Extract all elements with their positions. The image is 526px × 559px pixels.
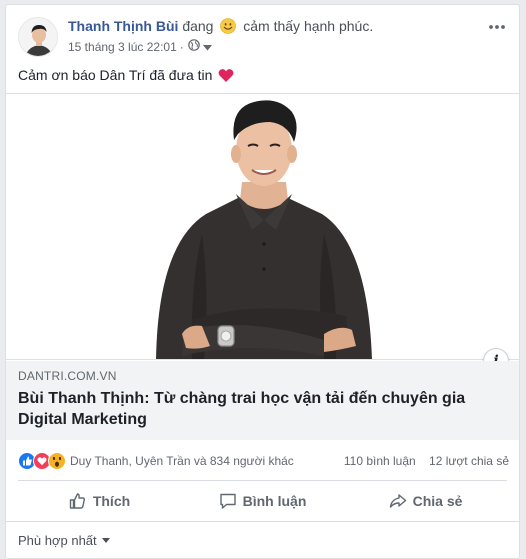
author-name[interactable]: Thanh Thịnh Bùi (68, 18, 178, 34)
comment-bubble-icon (219, 493, 236, 509)
like-button[interactable]: Thích (18, 481, 181, 521)
reaction-icons[interactable] (18, 452, 70, 470)
post-header: Thanh Thịnh Bùi đang cảm thấy hạnh phúc.… (18, 17, 507, 57)
link-preview-body[interactable]: DANTRI.COM.VN Bùi Thanh Thịnh: Từ chàng … (6, 361, 519, 440)
comments-sort-label: Phù hợp nhất (18, 533, 97, 548)
smile-emoji-icon (220, 18, 237, 34)
comment-button[interactable]: Bình luận (181, 481, 344, 521)
feeling-prefix: đang (182, 18, 214, 34)
link-preview[interactable]: i DANTRI.COM.VN Bùi Thanh Thịnh: Từ chàn… (6, 93, 519, 440)
reaction-names[interactable]: Duy Thanh, Uyên Trần và 834 người khác (70, 454, 294, 468)
globe-icon[interactable] (187, 39, 200, 54)
heart-icon (218, 68, 234, 86)
post-timestamp[interactable]: 15 tháng 3 lúc 22:01 (68, 40, 177, 54)
meta-separator: · (179, 39, 184, 54)
engagement-counts: 110 bình luận 12 lượt chia sẻ (334, 454, 509, 468)
love-reaction-icon (33, 452, 51, 470)
share-count[interactable]: 12 lượt chia sẻ (429, 454, 509, 468)
thumbs-up-icon (69, 493, 85, 509)
link-title[interactable]: Bùi Thanh Thịnh: Từ chàng trai học vận t… (18, 388, 507, 430)
like-label: Thích (92, 493, 131, 509)
post-card: Thanh Thịnh Bùi đang cảm thấy hạnh phúc.… (5, 4, 520, 559)
share-label: Chia sẻ (412, 493, 463, 509)
comment-label: Bình luận (242, 493, 307, 509)
wow-reaction-icon (48, 452, 66, 470)
share-arrow-icon (389, 494, 406, 508)
link-domain: DANTRI.COM.VN (18, 369, 117, 383)
reactions-bar: Duy Thanh, Uyên Trần và 834 người khác 1… (18, 451, 509, 471)
comments-sort-dropdown[interactable]: Phù hợp nhất (18, 533, 110, 548)
chevron-down-icon (101, 538, 110, 543)
share-button[interactable]: Chia sẻ (344, 481, 507, 521)
post-meta: 15 tháng 3 lúc 22:01 · (68, 39, 212, 54)
post-actions: Thích Bình luận Chia sẻ (18, 481, 507, 521)
post-message: Cảm ơn báo Dân Trí đã đưa tin (18, 67, 234, 86)
privacy-dropdown-caret-icon[interactable] (202, 40, 212, 54)
author-line: Thanh Thịnh Bùi đang cảm thấy hạnh phúc. (68, 18, 373, 34)
avatar[interactable] (18, 17, 58, 57)
link-preview-image[interactable] (6, 94, 519, 360)
divider (6, 521, 519, 522)
post-message-text: Cảm ơn báo Dân Trí đã đưa tin (18, 67, 213, 83)
feeling-text[interactable]: cảm thấy hạnh phúc. (243, 18, 373, 34)
comment-count[interactable]: 110 bình luận (344, 454, 416, 468)
like-reaction-icon (18, 452, 36, 470)
more-options-button[interactable] (487, 19, 507, 35)
